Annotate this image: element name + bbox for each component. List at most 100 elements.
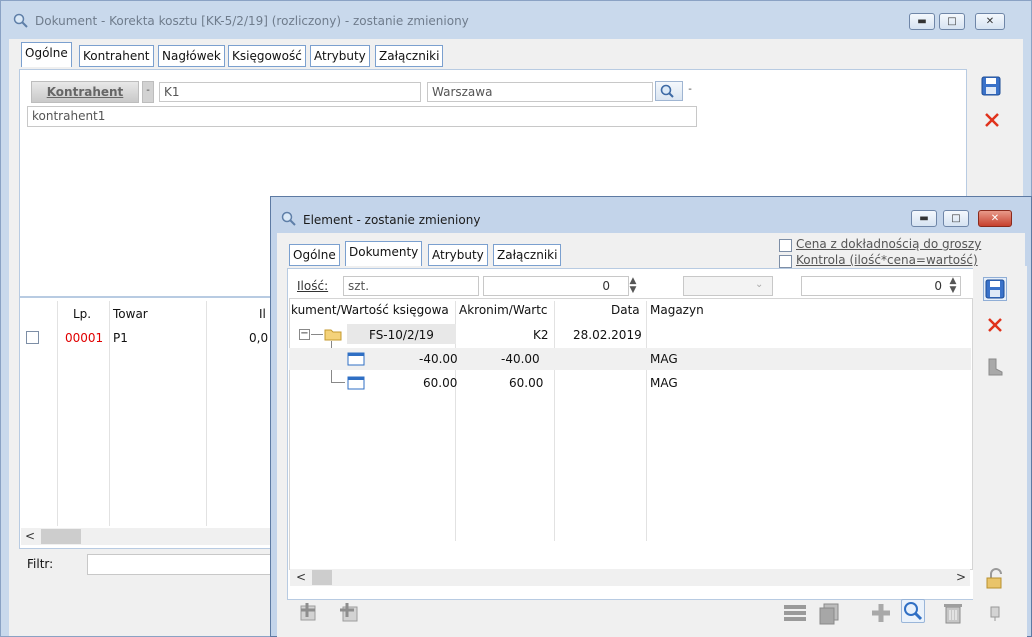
tree-collapse-toggle[interactable]: − [299,329,310,340]
tab-atrybuty[interactable]: Atrybuty [310,45,370,67]
stepper-arrows[interactable]: ▲ ▼ [627,277,639,295]
tab-dokumenty[interactable]: Dokumenty [345,241,423,266]
header-il: Il [259,307,266,321]
tab-naglowek[interactable]: Nagłówek [158,45,225,67]
kontrahent-search-button[interactable] [655,81,683,101]
search-dropdown[interactable]: - [685,81,695,101]
tree-row-1[interactable] [289,348,971,370]
boot-icon [988,358,1003,376]
kontrahent-button[interactable]: Kontrahent [31,81,139,103]
save-button[interactable] [979,74,1003,98]
lock-icon [986,568,1002,589]
element-cancel-button[interactable] [983,313,1007,337]
scroll-left-icon[interactable]: < [25,529,35,543]
tab-zalaczniki[interactable]: Załączniki [493,244,562,266]
tab-ksiegowosc[interactable]: Księgowość [228,45,306,67]
kontrahent-city-field[interactable]: Warszawa [427,82,653,102]
copy-button[interactable] [817,601,839,625]
header-akronim: Akronim/Wartc [459,303,548,317]
minimize-button[interactable]: ▬ [909,13,935,30]
value-stepper[interactable]: 0 [801,276,961,296]
add-subdocument-button[interactable] [337,601,359,623]
element-save-button[interactable] [983,277,1007,301]
delete-button[interactable] [941,601,963,624]
control-checkbox[interactable] [779,255,792,268]
add-subdocument-icon [340,603,358,622]
value-stepper-arrows[interactable]: ▲ ▼ [947,277,959,295]
row-checkbox[interactable] [26,331,39,344]
tab-ogolne[interactable]: Ogólne [21,42,72,67]
horizontal-scrollbar[interactable]: < [21,528,273,545]
main-tabs: Ogólne Kontrahent Nagłówek Księgowość At… [21,42,581,71]
kontrahent-code-field[interactable]: K1 [159,82,421,102]
list-view-button[interactable] [783,601,806,623]
document-icon [347,376,365,393]
search-icon [904,602,923,621]
quantity-stepper[interactable]: 0 [483,276,629,296]
add-document-button[interactable] [299,601,321,623]
add-document-icon [300,603,316,621]
plus-icon [872,604,890,622]
header-magazyn: Magazyn [650,303,704,317]
price-precision-checkbox[interactable] [779,239,792,252]
header-lp: Lp. [73,307,92,321]
add-button[interactable] [869,601,891,623]
element-disabled-action-button[interactable] [983,355,1007,379]
tree-row-0-akronim[interactable]: K2 [533,328,549,342]
copy-icon [819,603,839,625]
price-precision-label: Cena z dokładnością do groszy [796,237,982,251]
close-icon [988,318,1002,332]
pin-button[interactable] [983,601,1007,625]
tree-row-1-akronim[interactable]: -40.00 [501,352,540,366]
header-towar: Towar [113,307,148,321]
element-window: Element - zostanie zmieniony ▬ □ ✕ Ogóln… [270,196,1032,637]
preview-button[interactable] [901,599,925,623]
scrollbar-thumb[interactable] [41,529,81,544]
tree-row-1-magazyn[interactable]: MAG [650,352,678,366]
lock-button[interactable] [983,567,1007,591]
tree-row-0-document[interactable]: FS-10/2/19 [369,328,434,342]
search-icon [281,211,297,230]
scrollbar-thumb[interactable] [312,570,332,585]
unit-field[interactable]: szt. [343,276,479,296]
floppy-disk-icon [985,279,1005,299]
scroll-left-icon[interactable]: < [296,570,306,584]
tab-atrybuty[interactable]: Atrybuty [428,244,488,266]
maximize-button[interactable]: □ [939,13,965,30]
element-minimize-button[interactable]: ▬ [911,210,937,227]
control-label: Kontrola (ilość*cena=wartość) [796,253,978,267]
pin-icon [990,606,1000,621]
row-il[interactable]: 0,0 [249,331,268,345]
tab-ogolne[interactable]: Ogólne [289,244,340,266]
list-icon [784,605,806,621]
element-close-button[interactable]: ✕ [978,210,1012,227]
element-maximize-button[interactable]: □ [943,210,969,227]
tab-zalaczniki[interactable]: Załączniki [375,45,444,67]
close-icon [985,113,999,127]
filter-input[interactable] [87,554,277,575]
filter-label: Filtr: [27,557,54,571]
scroll-right-icon[interactable]: > [956,570,966,584]
tree-row-2-document[interactable]: 60.00 [423,376,457,390]
kontrahent-dropdown[interactable]: - [142,81,154,103]
element-tabs: Ogólne Dokumenty Atrybuty Załączniki [289,241,569,268]
tab-kontrahent[interactable]: Kontrahent [79,45,154,67]
document-icon [347,352,365,369]
row-lp[interactable]: 00001 [65,331,103,345]
chevron-down-icon[interactable]: ⌄ [755,279,763,290]
horizontal-scrollbar[interactable]: < > [290,569,970,586]
trash-icon [944,604,962,624]
ilosc-label: Ilość: [297,279,329,293]
row-towar[interactable]: P1 [113,331,128,345]
tree-row-0-date[interactable]: 28.02.2019 [573,328,642,342]
cancel-button[interactable] [980,108,1004,132]
kontrahent-name-field[interactable]: kontrahent1 [27,106,697,127]
search-icon [13,13,29,32]
close-button[interactable]: ✕ [975,13,1005,30]
tree-row-2-magazyn[interactable]: MAG [650,376,678,390]
element-window-title: Element - zostanie zmieniony [303,213,481,227]
tree-row-1-document[interactable]: -40.00 [419,352,458,366]
header-dokument: kument/Wartość księgowa [291,303,449,317]
search-icon [660,84,674,98]
tree-row-2-akronim[interactable]: 60.00 [509,376,543,390]
